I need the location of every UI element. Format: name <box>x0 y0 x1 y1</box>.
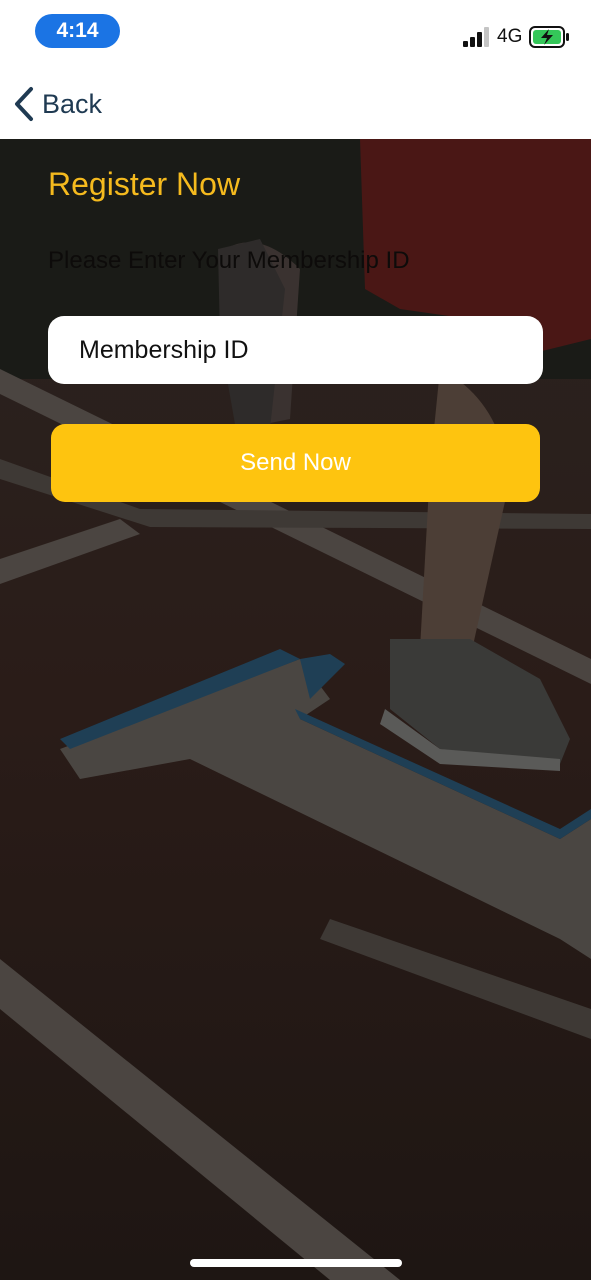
network-type: 4G <box>497 26 523 47</box>
back-label: Back <box>42 89 103 119</box>
navigation-bar: Back <box>0 70 591 139</box>
status-time: 4:14 <box>35 14 120 48</box>
page-title: Register Now <box>48 166 241 202</box>
back-button[interactable]: Back <box>12 84 102 124</box>
home-indicator <box>190 1259 402 1267</box>
cellular-signal-icon <box>463 27 489 47</box>
send-now-button[interactable]: Send Now <box>51 424 540 502</box>
background-photo <box>0 139 591 1280</box>
battery-charging-icon <box>529 26 569 48</box>
membership-id-input[interactable] <box>48 316 543 384</box>
instruction-text: Please Enter Your Membership ID <box>48 247 410 274</box>
chevron-left-icon <box>15 87 33 121</box>
status-bar: 4:14 4G <box>0 0 591 70</box>
